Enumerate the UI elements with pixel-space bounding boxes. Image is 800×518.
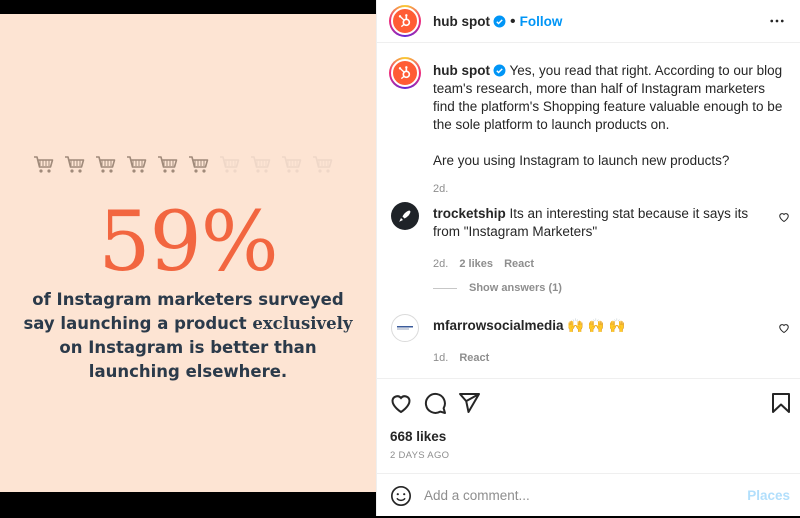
add-comment-bar: Add a comment... Places: [377, 473, 800, 518]
cart-icon-empty: [282, 156, 302, 173]
bookmark-icon[interactable]: [769, 391, 793, 415]
show-answers-button[interactable]: Show answers (1): [433, 282, 562, 294]
verified-badge-icon: [493, 15, 506, 28]
cart-icon-empty: [313, 156, 333, 173]
more-options-icon[interactable]: [768, 12, 786, 30]
comment-reply-button[interactable]: React: [504, 258, 534, 270]
caption-avatar[interactable]: [389, 57, 421, 89]
comment-input[interactable]: Add a comment...: [424, 488, 530, 503]
caption-username[interactable]: hub spot: [433, 63, 490, 78]
header-separator: •: [510, 13, 516, 30]
post-actions: 668 likes 2 DAYS AGO Add a comment... Pl…: [377, 378, 800, 517]
heart-icon[interactable]: [389, 391, 413, 415]
comment-age: 2d.: [433, 258, 449, 270]
show-answers-label: Show answers (1): [469, 282, 562, 294]
cart-icon-filled: [127, 156, 147, 173]
stat-value: 59%: [98, 195, 278, 290]
hubspot-logo-icon: [391, 59, 419, 87]
comment-meta: 1d. React: [433, 349, 763, 367]
emoji-icon[interactable]: [390, 485, 412, 507]
header-user: hub spot • Follow: [433, 13, 562, 31]
post-comment-button[interactable]: Places: [747, 488, 790, 503]
caption: hub spot Yes, you read that right. Accor…: [433, 62, 783, 198]
stat-line-4: launching elsewhere.: [88, 362, 288, 381]
comment-avatar[interactable]: [391, 314, 419, 342]
cart-icon-filled: [158, 156, 178, 173]
comment-meta: 2d. 2 likes React: [433, 255, 763, 273]
cart-rating: [32, 152, 335, 176]
likes-count[interactable]: 668 likes: [390, 429, 446, 444]
cart-icon-filled: [189, 156, 209, 173]
caption-question: Are you using Instagram to launch new pr…: [433, 153, 730, 168]
comment-reply-button[interactable]: React: [459, 352, 489, 364]
header-username[interactable]: hub spot: [433, 14, 490, 29]
comment-likes[interactable]: 2 likes: [459, 258, 493, 270]
comment-text: 🙌 🙌 🙌: [567, 318, 626, 333]
stat-line-2-text: say launching a product: [23, 314, 247, 333]
stat-emphasis: exclusively: [252, 314, 353, 333]
hubspot-logo-icon: [391, 7, 419, 35]
follow-button[interactable]: Follow: [520, 14, 563, 29]
verified-badge-icon: [493, 64, 506, 77]
post-header: hub spot • Follow: [377, 0, 800, 43]
post-sidebar: hub spot • Follow hub spot Yes, you read t…: [376, 0, 800, 516]
comment-item: mfarrowsocialmedia 🙌 🙌 🙌 1d. React: [433, 317, 763, 367]
comment-age: 1d.: [433, 352, 449, 364]
stat-line-1: of Instagram marketers surveyed: [32, 290, 344, 309]
cart-icon-empty: [220, 156, 240, 173]
stat-line-2: say launching a product exclusively: [0, 314, 376, 333]
comment-avatar[interactable]: [391, 202, 419, 230]
avatar[interactable]: [389, 5, 421, 37]
cart-icon-empty: [251, 156, 271, 173]
comment-username[interactable]: trocketship: [433, 206, 506, 221]
stat-line-3: on Instagram is better than: [59, 338, 317, 357]
comment-icon[interactable]: [423, 391, 447, 415]
comment-like-heart-icon[interactable]: [778, 322, 790, 334]
share-icon[interactable]: [457, 391, 481, 415]
cart-icon-filled: [96, 156, 116, 173]
post-image: 59% of Instagram marketers surveyed say …: [0, 14, 376, 492]
cart-icon-filled: [34, 156, 54, 173]
comment-username[interactable]: mfarrowsocialmedia: [433, 318, 564, 333]
comment-item: trocketship Its an interesting stat beca…: [433, 205, 763, 273]
post-media[interactable]: 59% of Instagram marketers surveyed say …: [0, 0, 376, 516]
rocket-icon: [399, 210, 411, 222]
post-date: 2 DAYS AGO: [390, 450, 450, 461]
comment-like-heart-icon[interactable]: [778, 211, 790, 223]
brand-logo-icon: [397, 326, 413, 330]
caption-age: 2d.: [433, 183, 449, 195]
divider-line: [433, 287, 457, 289]
cart-icon-filled: [65, 156, 85, 173]
